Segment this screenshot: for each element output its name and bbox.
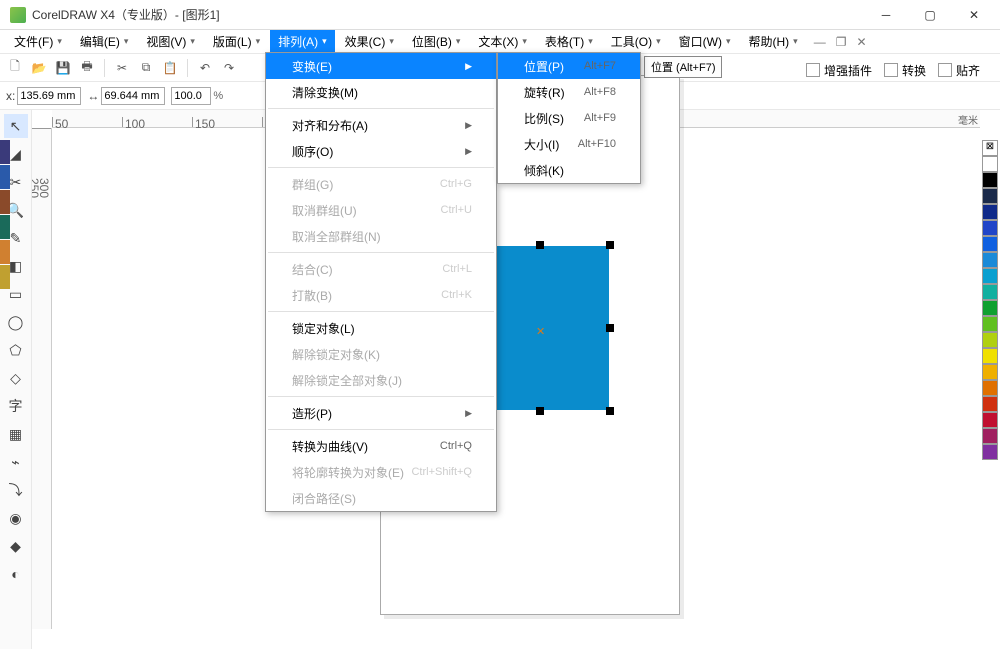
menu-编辑[interactable]: 编辑(E)▾ bbox=[72, 30, 137, 53]
sel-handle-s[interactable] bbox=[536, 407, 544, 415]
convert-button[interactable]: 转换 bbox=[884, 62, 926, 79]
color-swatch[interactable] bbox=[982, 428, 998, 444]
minimize-button[interactable]: ─ bbox=[864, 0, 908, 30]
menu-表格[interactable]: 表格(T)▾ bbox=[537, 30, 601, 53]
maximize-button[interactable]: ▢ bbox=[908, 0, 952, 30]
arrange-item: 将轮廓转换为对象(E)Ctrl+Shift+Q bbox=[266, 459, 496, 485]
menu-视图[interactable]: 视图(V)▾ bbox=[138, 30, 203, 53]
color-swatch[interactable] bbox=[982, 284, 998, 300]
plugin-button[interactable]: 增强插件 bbox=[806, 62, 872, 79]
arrange-item: 闭合路径(S) bbox=[266, 485, 496, 511]
arrange-item[interactable]: 对齐和分布(A)▶ bbox=[266, 112, 496, 138]
menu-效果[interactable]: 效果(C)▾ bbox=[337, 30, 402, 53]
print-icon[interactable]: 🖶 bbox=[78, 59, 96, 77]
sel-handle-ne[interactable] bbox=[606, 241, 614, 249]
color-swatch[interactable] bbox=[982, 252, 998, 268]
color-swatch[interactable] bbox=[982, 204, 998, 220]
menu-文本[interactable]: 文本(X)▾ bbox=[470, 30, 535, 53]
color-swatch[interactable] bbox=[982, 316, 998, 332]
color-swatch[interactable] bbox=[982, 236, 998, 252]
color-swatch[interactable] bbox=[982, 300, 998, 316]
save-icon[interactable]: 💾 bbox=[54, 59, 72, 77]
width-input[interactable] bbox=[101, 87, 165, 105]
arrange-item[interactable]: 转换为曲线(V)Ctrl+Q bbox=[266, 433, 496, 459]
no-color-swatch[interactable]: ⊠ bbox=[982, 140, 998, 156]
x-label: x: bbox=[6, 89, 15, 103]
menu-位图[interactable]: 位图(B)▾ bbox=[404, 30, 469, 53]
menu-版面[interactable]: 版面(L)▾ bbox=[205, 30, 268, 53]
menu-排列[interactable]: 排列(A)▾ bbox=[270, 30, 335, 53]
tooltip: 位置 (Alt+F7) bbox=[644, 56, 722, 78]
menu-bar: 文件(F)▾编辑(E)▾视图(V)▾版面(L)▾排列(A)▾效果(C)▾位图(B… bbox=[0, 30, 1000, 54]
arrange-item[interactable]: 造形(P)▶ bbox=[266, 400, 496, 426]
transform-item[interactable]: 旋转(R)Alt+F8 bbox=[498, 79, 640, 105]
arrange-item[interactable]: 变换(E)▶ bbox=[266, 53, 496, 79]
mdi-close-icon[interactable]: ✕ bbox=[856, 35, 866, 49]
snap-button[interactable]: 贴齐 bbox=[938, 62, 980, 79]
mdi-min-icon[interactable]: — bbox=[814, 35, 826, 49]
plugin-icon bbox=[806, 63, 820, 77]
left-decoration bbox=[0, 140, 10, 649]
color-swatch[interactable] bbox=[982, 380, 998, 396]
color-swatch[interactable] bbox=[982, 444, 998, 460]
snap-icon bbox=[938, 63, 952, 77]
menu-文件[interactable]: 文件(F)▾ bbox=[6, 30, 70, 53]
sel-handle-e[interactable] bbox=[606, 324, 614, 332]
arrange-dropdown: 变换(E)▶清除变换(M)对齐和分布(A)▶顺序(O)▶群组(G)Ctrl+G取… bbox=[265, 52, 497, 512]
sel-handle-se[interactable] bbox=[606, 407, 614, 415]
right-toolbar: 增强插件 转换 贴齐 bbox=[806, 56, 980, 84]
transform-item[interactable]: 比例(S)Alt+F9 bbox=[498, 105, 640, 131]
copy-icon[interactable]: ⧉ bbox=[137, 59, 155, 77]
color-swatch[interactable] bbox=[982, 220, 998, 236]
transform-item[interactable]: 大小(I)Alt+F10 bbox=[498, 131, 640, 157]
color-swatch[interactable] bbox=[982, 348, 998, 364]
open-icon[interactable]: 📂 bbox=[30, 59, 48, 77]
color-swatch[interactable] bbox=[982, 188, 998, 204]
menu-窗口[interactable]: 窗口(W)▾ bbox=[671, 30, 739, 53]
menu-工具[interactable]: 工具(O)▾ bbox=[603, 30, 669, 53]
arrange-item: 群组(G)Ctrl+G bbox=[266, 171, 496, 197]
convert-icon bbox=[884, 63, 898, 77]
color-swatch[interactable] bbox=[982, 332, 998, 348]
window-title: CorelDRAW X4（专业版）- [图形1] bbox=[32, 6, 864, 23]
title-bar: CorelDRAW X4（专业版）- [图形1] ─ ▢ ✕ bbox=[0, 0, 1000, 30]
width-icon: ↔ bbox=[87, 89, 99, 103]
arrange-item: 解除锁定对象(K) bbox=[266, 341, 496, 367]
arrange-item: 打散(B)Ctrl+K bbox=[266, 282, 496, 308]
color-swatch[interactable] bbox=[982, 268, 998, 284]
transform-item[interactable]: 倾斜(K) bbox=[498, 157, 640, 183]
new-icon[interactable]: 🗋 bbox=[6, 59, 24, 77]
close-button[interactable]: ✕ bbox=[952, 0, 996, 30]
color-palette: ⊠ bbox=[982, 140, 1000, 460]
arrange-item[interactable]: 清除变换(M) bbox=[266, 79, 496, 105]
color-swatch[interactable] bbox=[982, 396, 998, 412]
selection-center-icon: ✕ bbox=[536, 325, 545, 338]
undo-icon[interactable]: ↶ bbox=[196, 59, 214, 77]
pick-tool[interactable]: ↖ bbox=[4, 114, 28, 138]
transform-submenu: 位置(P)Alt+F7旋转(R)Alt+F8比例(S)Alt+F9大小(I)Al… bbox=[497, 52, 641, 184]
scale-x-input[interactable] bbox=[171, 87, 211, 105]
color-swatch[interactable] bbox=[982, 156, 998, 172]
app-logo-icon bbox=[10, 7, 26, 23]
arrange-item: 取消全部群组(N) bbox=[266, 223, 496, 249]
redo-icon[interactable]: ↷ bbox=[220, 59, 238, 77]
cut-icon[interactable]: ✂ bbox=[113, 59, 131, 77]
arrange-item: 取消群组(U)Ctrl+U bbox=[266, 197, 496, 223]
color-swatch[interactable] bbox=[982, 364, 998, 380]
arrange-item[interactable]: 锁定对象(L) bbox=[266, 315, 496, 341]
color-swatch[interactable] bbox=[982, 412, 998, 428]
mdi-restore-icon[interactable]: ❐ bbox=[836, 35, 847, 49]
arrange-item: 结合(C)Ctrl+L bbox=[266, 256, 496, 282]
transform-item[interactable]: 位置(P)Alt+F7 bbox=[498, 53, 640, 79]
paste-icon[interactable]: 📋 bbox=[161, 59, 179, 77]
vertical-ruler: 300250200150100500 bbox=[32, 128, 52, 629]
x-input[interactable] bbox=[17, 87, 81, 105]
menu-帮助[interactable]: 帮助(H)▾ bbox=[741, 30, 806, 53]
arrange-item[interactable]: 顺序(O)▶ bbox=[266, 138, 496, 164]
color-swatch[interactable] bbox=[982, 172, 998, 188]
arrange-item: 解除锁定全部对象(J) bbox=[266, 367, 496, 393]
sel-handle-n[interactable] bbox=[536, 241, 544, 249]
